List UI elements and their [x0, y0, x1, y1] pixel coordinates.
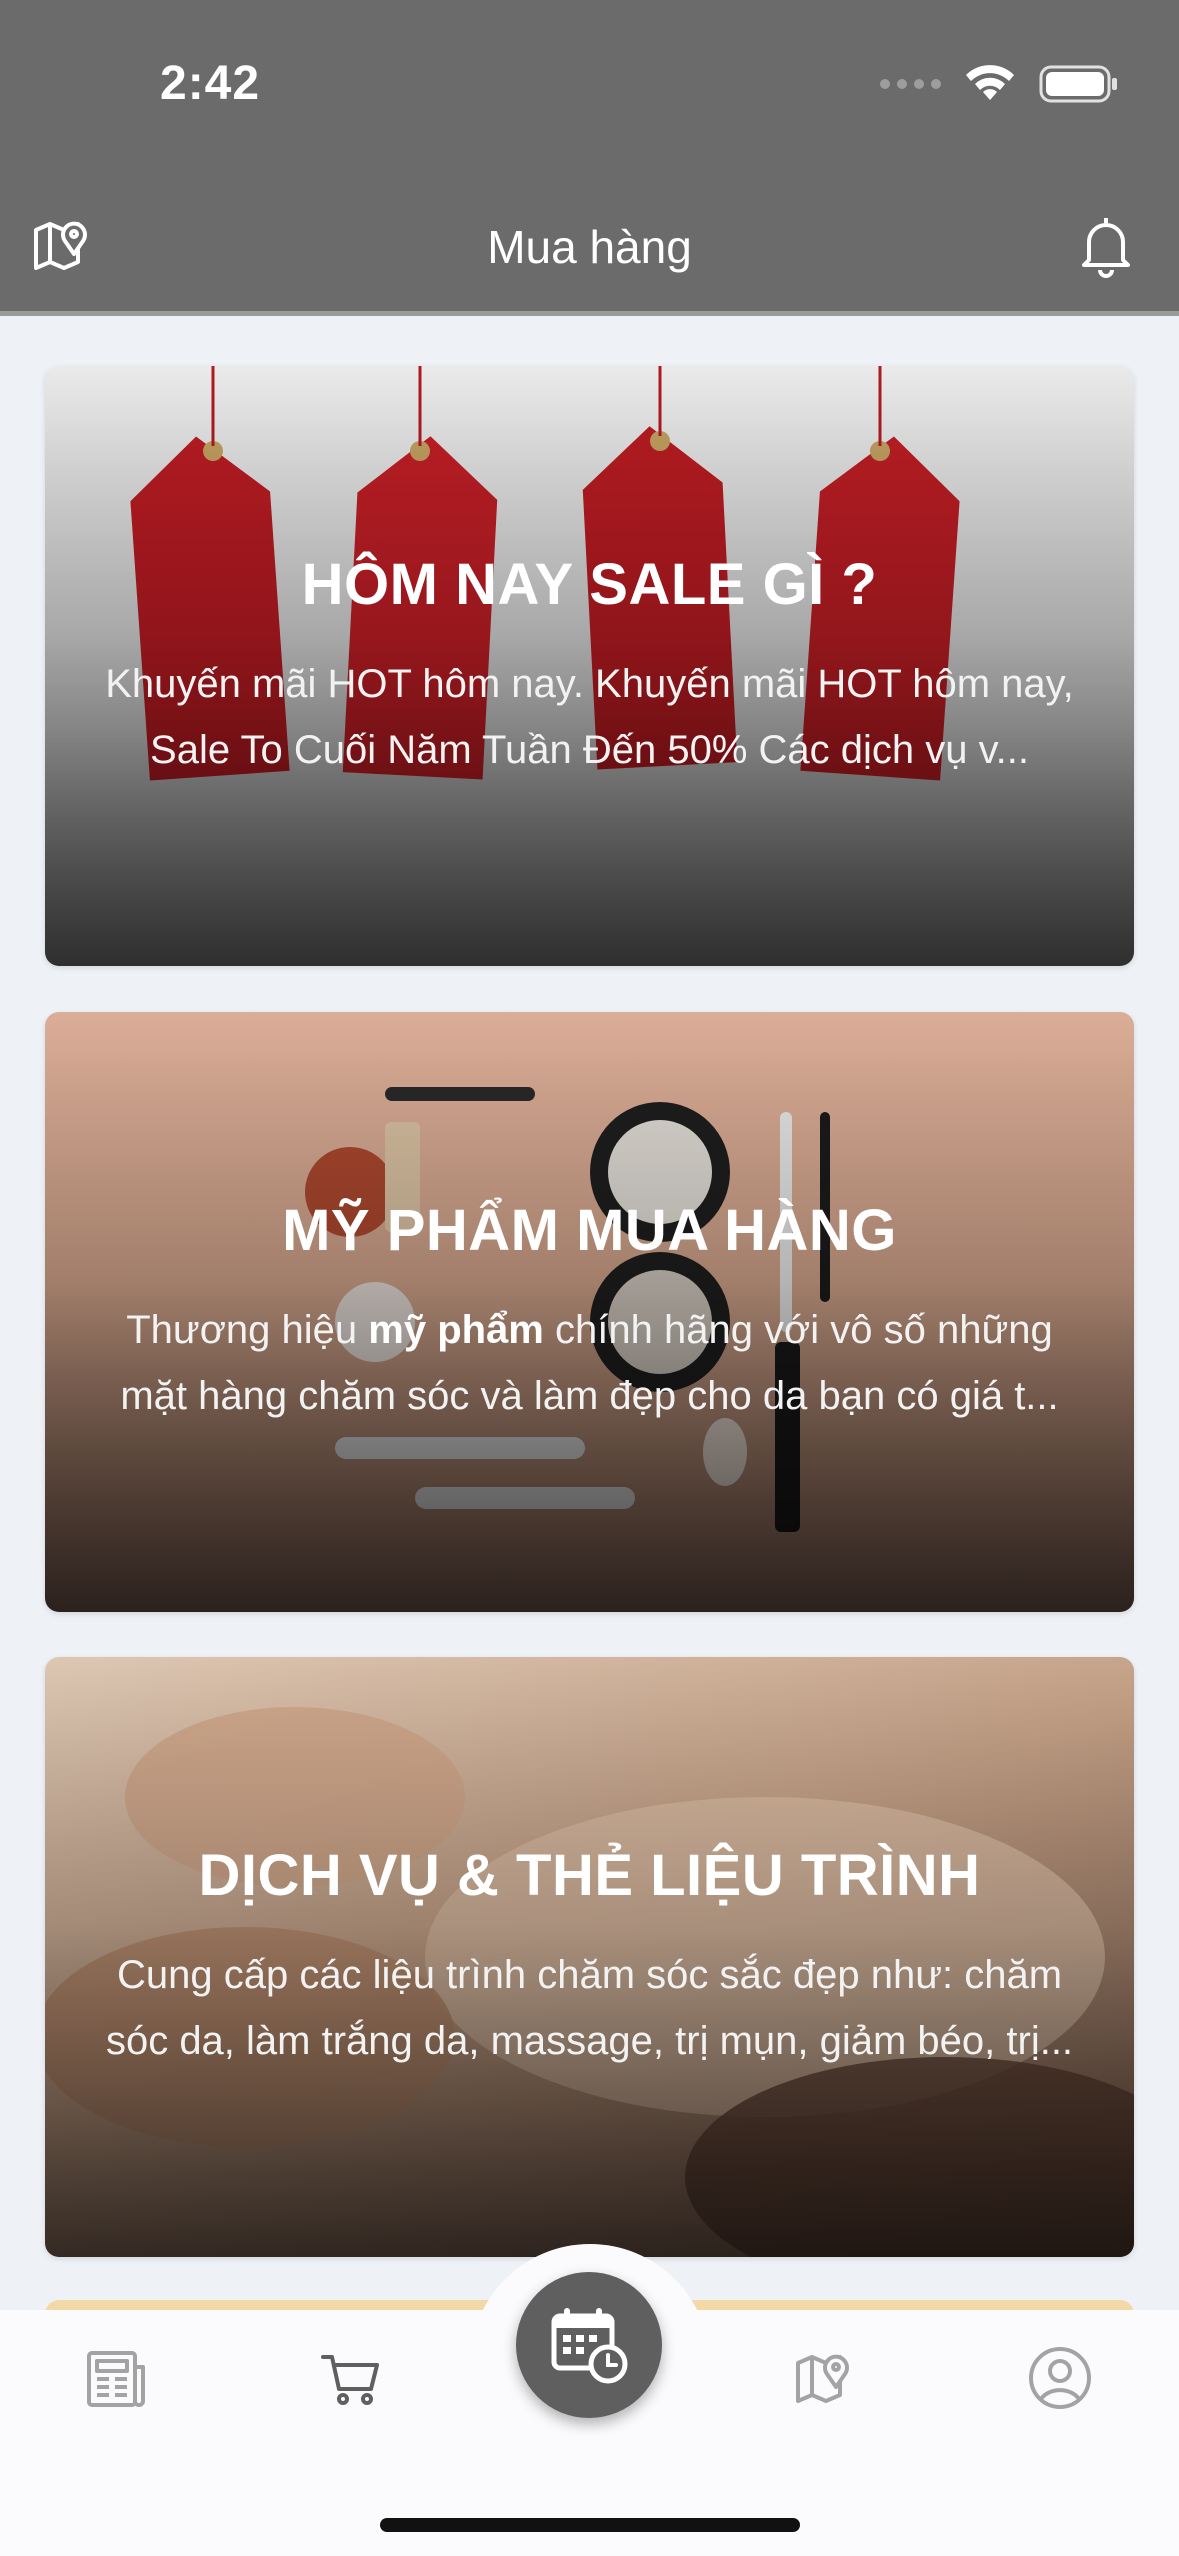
services-card[interactable]: DỊCH VỤ & THẺ LIỆU TRÌNH Cung cấp các li… — [45, 1657, 1134, 2257]
wifi-icon — [966, 65, 1014, 100]
tab-profile[interactable] — [1020, 2338, 1100, 2418]
user-icon — [1029, 2347, 1091, 2409]
cosmetics-card[interactable]: MỸ PHẨM MUA HÀNG Thương hiệu mỹ phẩm chí… — [45, 1012, 1134, 1612]
app-header: 2:42 Mua hàng — [0, 0, 1179, 316]
tab-news[interactable] — [76, 2338, 156, 2418]
battery-icon — [1039, 65, 1117, 103]
sale-card[interactable]: HÔM NAY SALE GÌ ? Khuyến mãi HOT hôm nay… — [45, 366, 1134, 966]
cart-icon — [321, 2355, 379, 2405]
map-pin-icon — [796, 2354, 849, 2403]
status-indicators — [880, 64, 1119, 104]
news-icon — [87, 2351, 145, 2407]
card-title: MỸ PHẨM MUA HÀNG — [282, 1198, 897, 1263]
status-time: 2:42 — [160, 57, 261, 110]
signal-icon — [880, 79, 941, 89]
home-indicator — [380, 2518, 800, 2532]
tab-map[interactable] — [785, 2338, 865, 2418]
card-description: Thương hiệu mỹ phẩm chính hãng với vô số… — [120, 1308, 1059, 1418]
booking-button[interactable] — [516, 2272, 662, 2418]
calendar-clock-icon — [551, 2308, 628, 2384]
bell-icon[interactable] — [1071, 210, 1141, 280]
page-title: Mua hàng — [487, 221, 692, 273]
tab-cart[interactable] — [312, 2338, 392, 2418]
card-description: Khuyến mãi HOT hôm nay. Khuyến mãi HOT h… — [105, 662, 1074, 772]
card-description: Cung cấp các liệu trình chăm sóc sắc đẹp… — [105, 1953, 1074, 2063]
card-title: DỊCH VỤ & THẺ LIỆU TRÌNH — [198, 1843, 981, 1908]
card-title: HÔM NAY SALE GÌ ? — [301, 552, 878, 617]
